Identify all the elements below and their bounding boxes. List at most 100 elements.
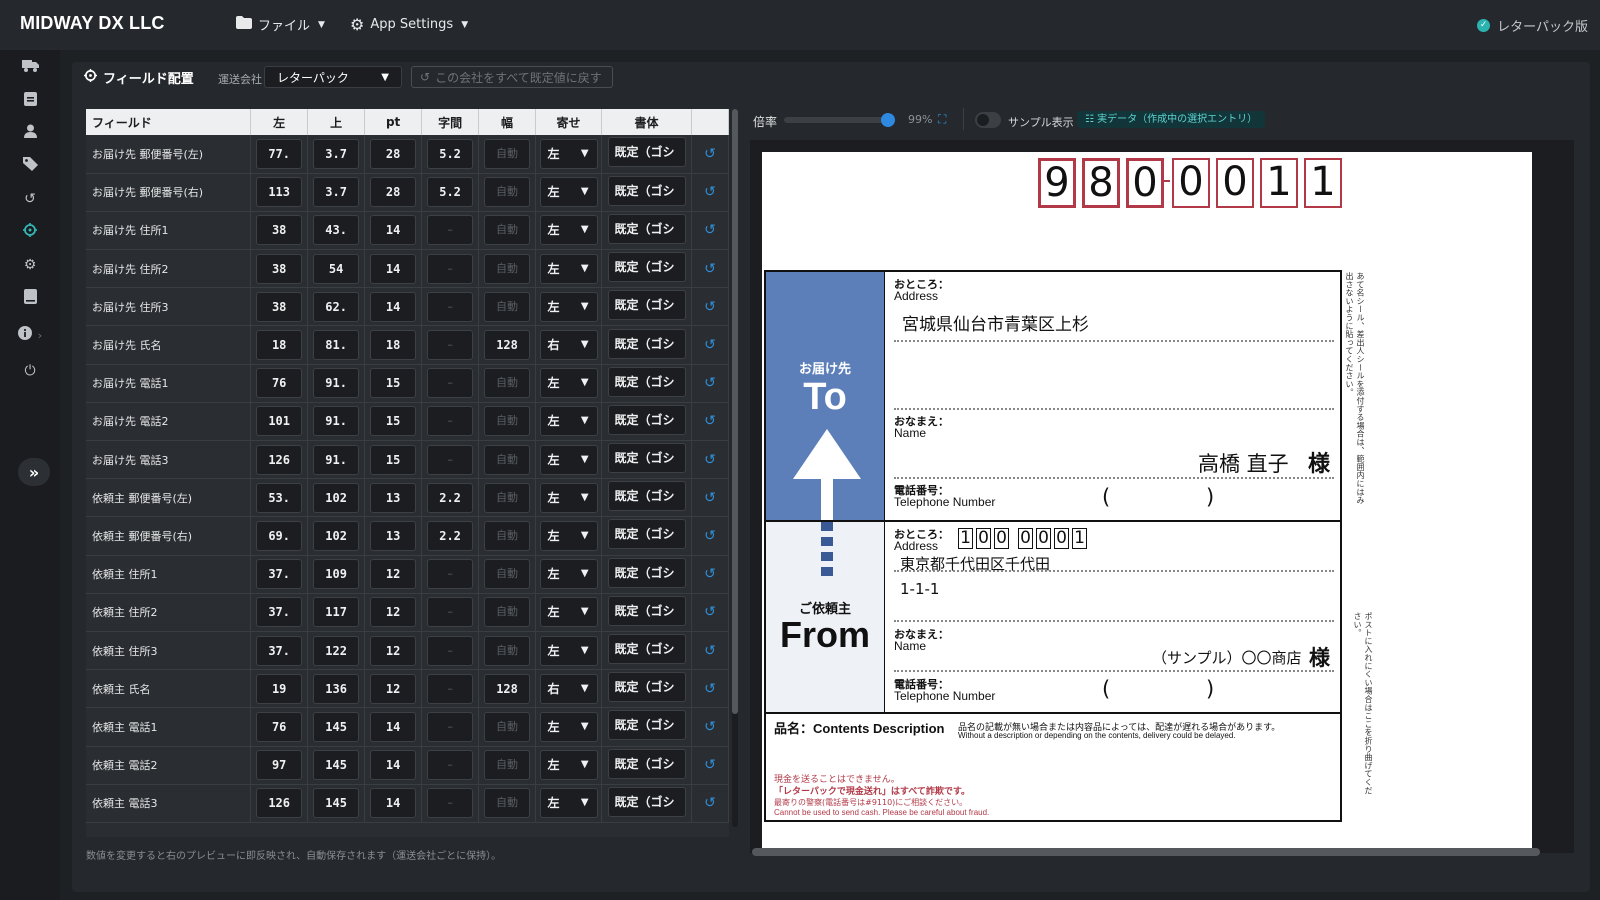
width-input[interactable]: 128 <box>484 673 531 704</box>
font-select[interactable]: 既定（ゴシ <box>607 443 686 474</box>
left-input[interactable]: 19 <box>256 673 303 704</box>
spacing-input[interactable]: – <box>427 635 474 666</box>
row-reset-icon[interactable]: ↺ <box>704 643 716 659</box>
table-scrollbar-thumb[interactable] <box>732 109 738 714</box>
font-select[interactable]: 既定（ゴシ <box>607 328 686 359</box>
row-reset-icon[interactable]: ↺ <box>704 490 716 506</box>
pt-input[interactable]: 14 <box>370 750 417 781</box>
spacing-input[interactable]: – <box>427 368 474 399</box>
spacing-input[interactable]: – <box>427 444 474 475</box>
font-select[interactable]: 既定（ゴシ <box>607 786 686 817</box>
top-input[interactable]: 117 <box>313 597 360 628</box>
left-input[interactable]: 126 <box>256 444 303 475</box>
row-reset-icon[interactable]: ↺ <box>704 222 716 238</box>
align-select[interactable]: 左 ▼ <box>539 482 598 513</box>
spacing-input[interactable]: – <box>427 330 474 361</box>
top-input[interactable]: 62. <box>313 291 360 322</box>
pt-input[interactable]: 15 <box>370 444 417 475</box>
align-select[interactable]: 左 ▼ <box>539 559 598 590</box>
pt-input[interactable]: 12 <box>370 597 417 628</box>
font-select[interactable]: 既定（ゴシ <box>607 213 686 244</box>
spacing-input[interactable]: – <box>427 597 474 628</box>
spacing-input[interactable]: 2.2 <box>427 482 474 513</box>
spacing-input[interactable]: – <box>427 215 474 246</box>
font-select[interactable]: 既定（ゴシ <box>607 366 686 397</box>
width-input[interactable]: 自動 <box>484 215 531 246</box>
align-select[interactable]: 左 ▼ <box>539 635 598 666</box>
pt-input[interactable]: 14 <box>370 253 417 284</box>
pt-input[interactable]: 13 <box>370 482 417 513</box>
top-input[interactable]: 3.7 <box>313 177 360 208</box>
sidebar-item-power[interactable]: ⏻ <box>0 356 60 386</box>
pt-input[interactable]: 28 <box>370 177 417 208</box>
width-input[interactable]: 自動 <box>484 291 531 322</box>
align-select[interactable]: 左 ▼ <box>539 177 598 208</box>
sidebar-item-entries[interactable] <box>0 85 60 115</box>
pt-input[interactable]: 14 <box>370 788 417 819</box>
top-input[interactable]: 54 <box>313 253 360 284</box>
zoom-slider[interactable] <box>784 113 895 127</box>
left-input[interactable]: 126 <box>256 788 303 819</box>
pt-input[interactable]: 13 <box>370 520 417 551</box>
font-select[interactable]: 既定（ゴシ <box>607 710 686 741</box>
row-reset-icon[interactable]: ↺ <box>704 337 716 353</box>
align-select[interactable]: 左 ▼ <box>539 597 598 628</box>
align-select[interactable]: 左 ▼ <box>539 520 598 551</box>
width-input[interactable]: 自動 <box>484 788 531 819</box>
spacing-input[interactable]: – <box>427 559 474 590</box>
pt-input[interactable]: 15 <box>370 406 417 437</box>
align-select[interactable]: 左 ▼ <box>539 788 598 819</box>
sidebar-item-info[interactable]: › <box>0 320 60 350</box>
left-input[interactable]: 53. <box>256 482 303 513</box>
table-scrollbar[interactable] <box>732 109 738 827</box>
font-select[interactable]: 既定（ゴシ <box>607 175 686 206</box>
top-input[interactable]: 91. <box>313 444 360 475</box>
left-input[interactable]: 37. <box>256 597 303 628</box>
top-input[interactable]: 91. <box>313 406 360 437</box>
width-input[interactable]: 自動 <box>484 559 531 590</box>
left-input[interactable]: 38 <box>256 253 303 284</box>
width-input[interactable]: 自動 <box>484 482 531 513</box>
spacing-input[interactable]: – <box>427 750 474 781</box>
top-input[interactable]: 3.7 <box>313 138 360 169</box>
width-input[interactable]: 自動 <box>484 177 531 208</box>
align-select[interactable]: 右 ▼ <box>539 673 598 704</box>
top-input[interactable]: 81. <box>313 330 360 361</box>
fit-to-screen-icon[interactable]: ⛶ <box>938 112 946 127</box>
width-input[interactable]: 自動 <box>484 368 531 399</box>
row-reset-icon[interactable]: ↺ <box>704 413 716 429</box>
font-select[interactable]: 既定（ゴシ <box>607 404 686 435</box>
left-input[interactable]: 37. <box>256 635 303 666</box>
sidebar-item-history[interactable]: ↺ <box>0 184 60 214</box>
sidebar-item-shipping[interactable] <box>0 52 60 82</box>
width-input[interactable]: 自動 <box>484 253 531 284</box>
width-input[interactable]: 自動 <box>484 597 531 628</box>
width-input[interactable]: 自動 <box>484 635 531 666</box>
top-input[interactable]: 91. <box>313 368 360 399</box>
app-settings-menu[interactable]: ⚙ App Settings ▼ <box>350 15 468 34</box>
row-reset-icon[interactable]: ↺ <box>704 604 716 620</box>
row-reset-icon[interactable]: ↺ <box>704 566 716 582</box>
row-reset-icon[interactable]: ↺ <box>704 681 716 697</box>
sidebar-item-users[interactable] <box>0 118 60 148</box>
row-reset-icon[interactable]: ↺ <box>704 146 716 162</box>
left-input[interactable]: 97 <box>256 750 303 781</box>
width-input[interactable]: 128 <box>484 330 531 361</box>
row-reset-icon[interactable]: ↺ <box>704 795 716 811</box>
width-input[interactable]: 自動 <box>484 711 531 742</box>
left-input[interactable]: 76 <box>256 711 303 742</box>
sidebar-item-settings[interactable]: ⚙ <box>0 250 60 280</box>
font-select[interactable]: 既定（ゴシ <box>607 290 686 321</box>
align-select[interactable]: 左 ▼ <box>539 215 598 246</box>
pt-input[interactable]: 28 <box>370 138 417 169</box>
font-select[interactable]: 既定（ゴシ <box>607 595 686 626</box>
row-reset-icon[interactable]: ↺ <box>704 452 716 468</box>
expand-sidebar-button[interactable]: » <box>18 458 50 486</box>
font-select[interactable]: 既定（ゴシ <box>607 252 686 283</box>
spacing-input[interactable]: – <box>427 673 474 704</box>
align-select[interactable]: 左 ▼ <box>539 138 598 169</box>
left-input[interactable]: 38 <box>256 291 303 322</box>
top-input[interactable]: 145 <box>313 788 360 819</box>
row-reset-icon[interactable]: ↺ <box>704 375 716 391</box>
row-reset-icon[interactable]: ↺ <box>704 184 716 200</box>
